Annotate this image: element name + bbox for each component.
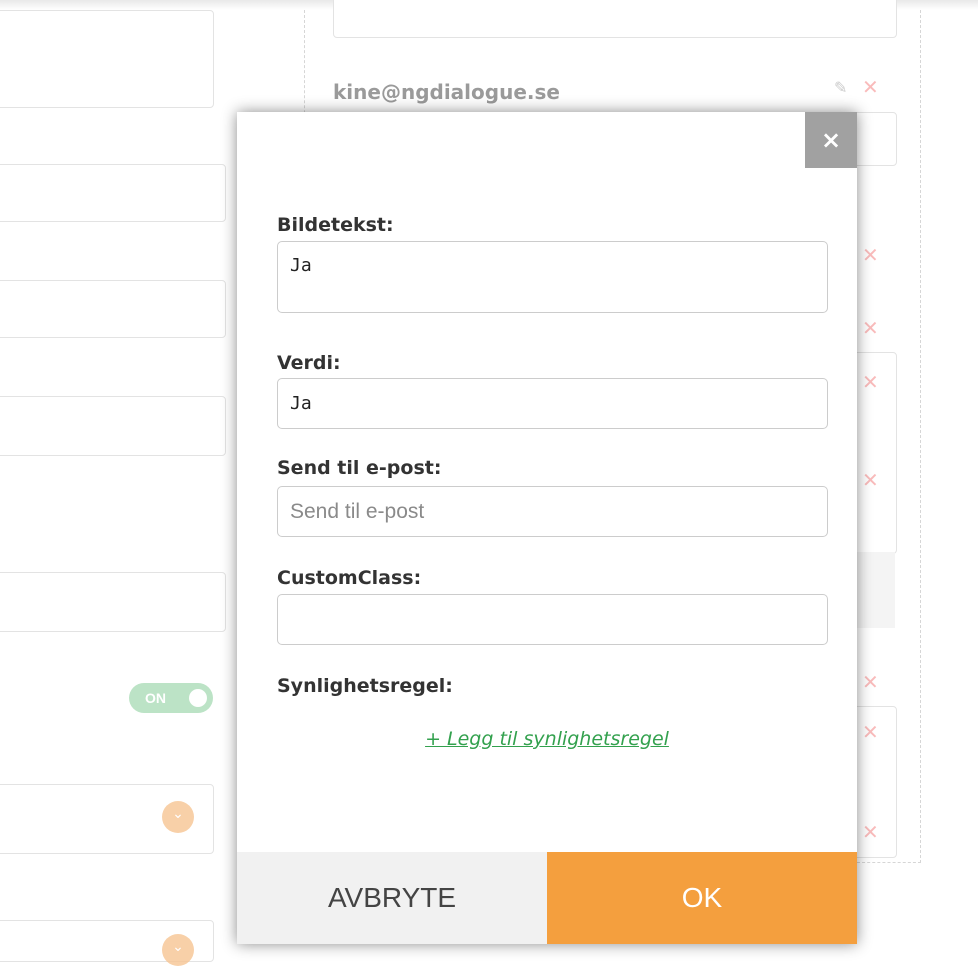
edit-option-dialog: × Bildetekst: Ja Verdi: Send til e-post:…: [237, 112, 857, 944]
toggle-switch[interactable]: ON: [129, 683, 213, 713]
close-icon[interactable]: ✕: [862, 470, 879, 490]
verdi-input[interactable]: [277, 378, 828, 429]
toggle-label: ON: [145, 690, 166, 706]
send-til-input[interactable]: [277, 486, 828, 537]
verdi-label: Verdi:: [277, 352, 341, 374]
bg-panel: [857, 552, 895, 628]
close-dialog-button[interactable]: ×: [805, 112, 857, 168]
synlighetsregel-label: Synlighetsregel:: [277, 675, 453, 697]
bg-field[interactable]: [0, 280, 226, 338]
bg-field[interactable]: [333, 0, 897, 38]
divider: [920, 10, 921, 863]
close-icon[interactable]: ✕: [862, 245, 879, 265]
bildetekst-textarea[interactable]: Ja: [277, 241, 828, 313]
customclass-label: CustomClass:: [277, 567, 422, 589]
chevron-down-icon[interactable]: ⌄: [162, 801, 194, 833]
divider: [857, 862, 921, 863]
close-icon[interactable]: ✕: [862, 77, 879, 97]
email-entry: kine@ngdialogue.se: [333, 80, 560, 104]
bg-field[interactable]: [0, 164, 226, 222]
ok-button[interactable]: OK: [547, 852, 857, 944]
customclass-input[interactable]: [277, 594, 828, 645]
close-icon[interactable]: ✕: [862, 672, 879, 692]
cancel-button[interactable]: AVBRYTE: [237, 852, 547, 944]
close-icon[interactable]: ✕: [862, 722, 879, 742]
pencil-icon[interactable]: ✎: [834, 78, 847, 98]
send-til-label: Send til e-post:: [277, 457, 442, 479]
chevron-down-icon[interactable]: ⌄: [162, 934, 194, 966]
bildetekst-label: Bildetekst:: [277, 214, 394, 236]
toggle-knob: [189, 689, 207, 707]
close-icon[interactable]: ✕: [862, 822, 879, 842]
bg-field[interactable]: [0, 10, 214, 108]
close-icon[interactable]: ✕: [862, 372, 879, 392]
bg-field[interactable]: [0, 572, 226, 632]
bg-field[interactable]: [0, 396, 226, 456]
add-visibility-rule-link[interactable]: + Legg til synlighetsregel: [237, 728, 857, 750]
close-icon[interactable]: ✕: [862, 318, 879, 338]
